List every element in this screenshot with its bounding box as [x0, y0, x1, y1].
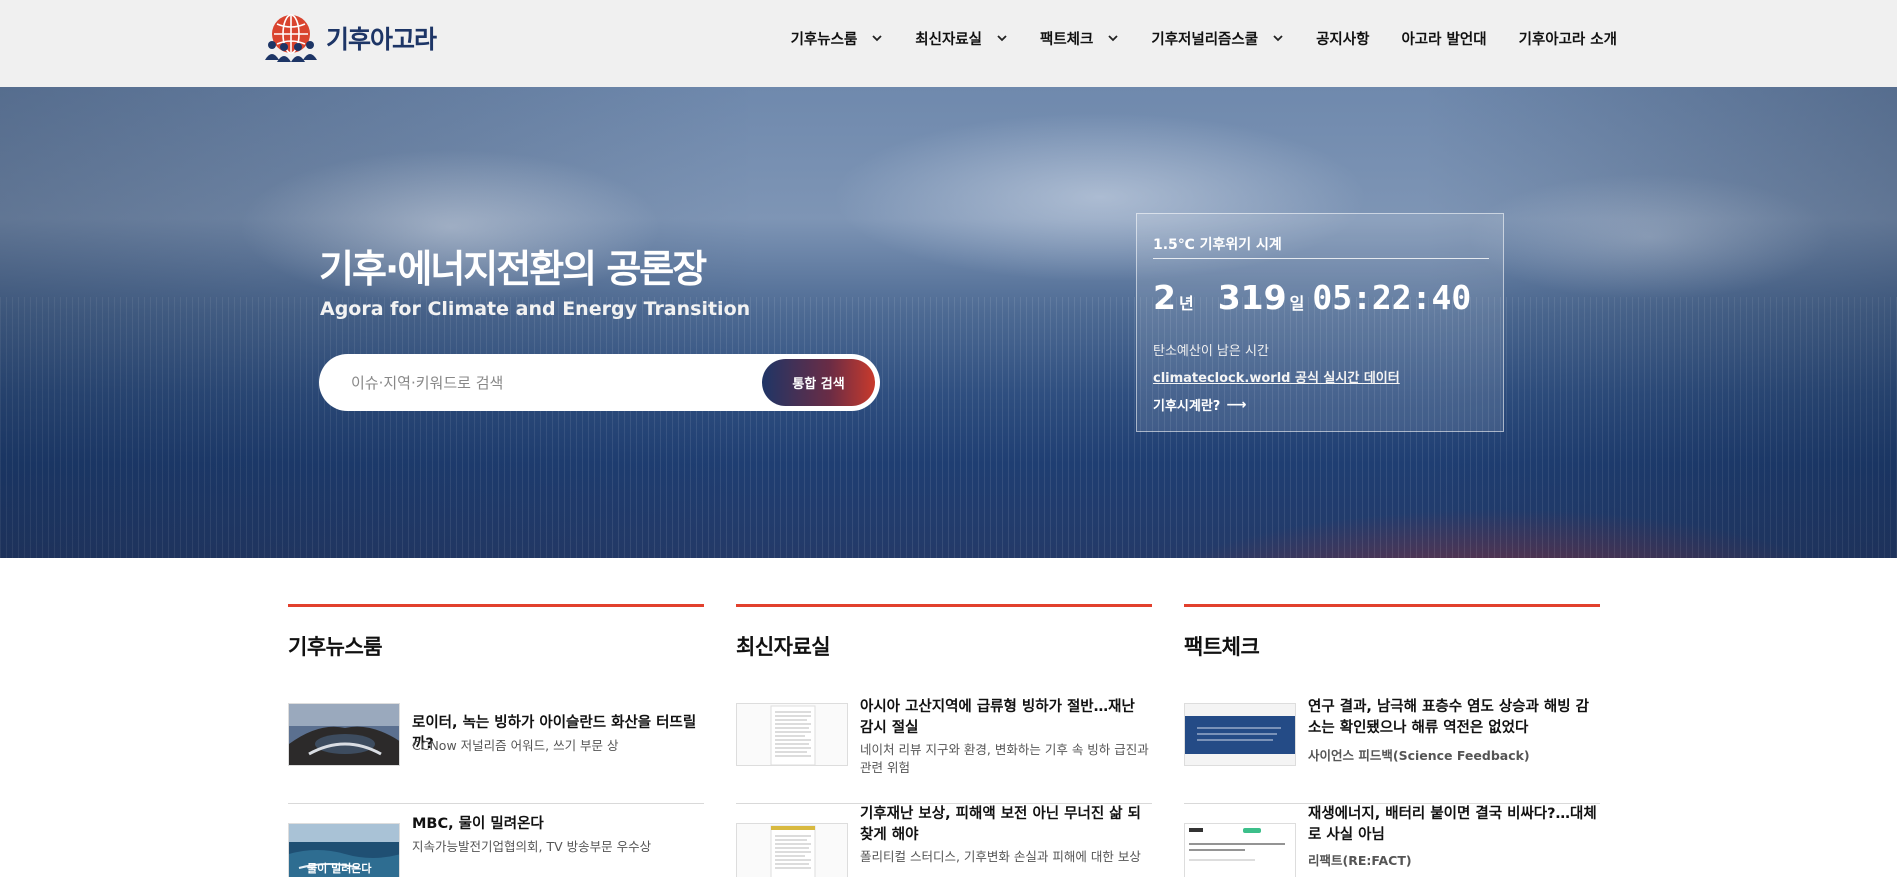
- thumbnail-caption: 물이 밀려온다: [307, 862, 372, 875]
- clock-countdown: 2 년 319 일 05:22:40: [1153, 278, 1471, 317]
- clock-more-label: 기후시계란?: [1153, 399, 1221, 414]
- thumbnail-document: [736, 703, 848, 766]
- section-heading: 기후뉴스룸: [288, 635, 383, 659]
- nav-item-notices[interactable]: 공지사항: [1316, 28, 1369, 49]
- main-nav: 기후뉴스룸 최신자료실 팩트체크 기후저널리즘스쿨 공지사항 아고라 발언대 기…: [759, 0, 1617, 76]
- nav-label: 기후아고라 소개: [1518, 31, 1617, 48]
- volcano-image: [289, 704, 399, 765]
- clock-title: 1.5℃ 기후위기 시계: [1153, 237, 1282, 253]
- logo-globe-icon: [265, 14, 317, 62]
- list-item[interactable]: 연구 결과, 남극해 표층수 염도 상승과 해빙 감소는 확인됐으나 해류 역전…: [1184, 699, 1600, 804]
- clock-years: 2: [1153, 278, 1176, 317]
- nav-label: 최신자료실: [915, 31, 982, 48]
- nav-item-about[interactable]: 기후아고라 소개: [1519, 28, 1617, 49]
- clock-days: 319: [1217, 278, 1287, 317]
- clock-years-unit: 년: [1178, 294, 1194, 313]
- nav-item-latest-resources[interactable]: 최신자료실: [915, 28, 1008, 49]
- clock-more-link[interactable]: 기후시계란? ⟶: [1153, 395, 1247, 415]
- section-rule: [288, 604, 704, 607]
- article-list: 아시아 고산지역에 급류형 빙하가 절반…재난 감시 절실 네이처 리뷰 지구와…: [736, 699, 1152, 877]
- site-logo[interactable]: 기후아고라: [262, 12, 437, 64]
- section-latest-resources: 최신자료실 아시아 고산지역에 급류형 빙하가 절반…재난 감시 절실 네이처 …: [736, 604, 1152, 877]
- hero-overlay: [0, 87, 1897, 558]
- article-meta: 폴리티컬 스터디스, 기후변화 손실과 피해에 대한 보상: [860, 849, 1141, 864]
- nav-label: 기후뉴스룸: [790, 31, 858, 48]
- article-title: 재생에너지, 배터리 붙이면 결국 비싸다?…대체로 사실 아님: [1308, 806, 1597, 843]
- article-title: 기후재난 보상, 피해액 보전 아닌 무너진 삶 되찾게 해야: [860, 806, 1141, 843]
- section-climate-newsroom: 기후뉴스룸 로이터, 녹는 빙하가 아이슬란드 화산을 터뜨릴까? CCNow …: [288, 604, 704, 877]
- nav-label: 기후저널리즘스쿨: [1151, 31, 1259, 48]
- article-meta: 네이처 리뷰 지구와 환경, 변화하는 기후 속 빙하 급진과 관련 위험: [860, 742, 1149, 775]
- chevron-down-icon: [1108, 35, 1118, 42]
- thumbnail-fact-check: [1184, 703, 1296, 766]
- chevron-down-icon: [872, 35, 882, 42]
- article-list: 연구 결과, 남극해 표층수 염도 상승과 해빙 감소는 확인됐으나 해류 역전…: [1184, 699, 1600, 877]
- climate-clock-panel: 1.5℃ 기후위기 시계 2 년 319 일 05:22:40 탄소예산이 남은…: [1136, 213, 1504, 432]
- list-item[interactable]: 물이 밀려온다 MBC, 물이 밀려온다 지속가능발전기업협의회, TV 방송부…: [288, 804, 704, 877]
- article-list: 로이터, 녹는 빙하가 아이슬란드 화산을 터뜨릴까? CCNow 저널리즘 어…: [288, 703, 704, 877]
- list-item[interactable]: 기후재난 보상, 피해액 보전 아닌 무너진 삶 되찾게 해야 폴리티컬 스터디…: [736, 804, 1152, 877]
- hero-title: 기후·에너지전환의 공론장: [319, 247, 707, 291]
- chevron-down-icon: [997, 35, 1007, 42]
- search-button[interactable]: 통합 검색: [762, 359, 875, 406]
- thumbnail-document: [736, 823, 848, 877]
- article-title: MBC, 물이 밀려온다: [412, 816, 544, 832]
- clock-time: 05:22:40: [1312, 278, 1472, 317]
- article-meta: 사이언스 피드백(Science Feedback): [1308, 748, 1530, 763]
- article-title: 연구 결과, 남극해 표층수 염도 상승과 해빙 감소는 확인됐으나 해류 역전…: [1308, 699, 1589, 736]
- article-title: 아시아 고산지역에 급류형 빙하가 절반…재난 감시 절실: [860, 699, 1135, 736]
- site-header: 기후아고라 기후뉴스룸 최신자료실 팩트체크 기후저널리즘스쿨 공지사항 아고라…: [0, 0, 1897, 87]
- nav-label: 팩트체크: [1039, 31, 1094, 48]
- section-rule: [1184, 604, 1600, 607]
- article-meta: CCNow 저널리즘 어워드, 쓰기 부문 상: [412, 738, 619, 753]
- arrow-right-icon: ⟶: [1226, 396, 1247, 413]
- chevron-down-icon: [1273, 35, 1283, 42]
- clock-divider: [1153, 258, 1489, 259]
- hero-banner: 기후·에너지전환의 공론장 Agora for Climate and Ener…: [0, 87, 1897, 558]
- nav-label: 아고라 발언대: [1401, 31, 1487, 48]
- search-input[interactable]: [351, 354, 751, 411]
- section-heading: 팩트체크: [1184, 635, 1260, 659]
- search-bar: 통합 검색: [319, 354, 880, 411]
- nav-item-fact-check[interactable]: 팩트체크: [1040, 28, 1119, 49]
- section-rule: [736, 604, 1152, 607]
- logo-text: 기후아고라: [326, 25, 437, 54]
- thumbnail-fact-check: [1184, 823, 1296, 877]
- nav-label: 공지사항: [1316, 31, 1370, 48]
- section-heading: 최신자료실: [736, 635, 831, 659]
- article-meta: 지속가능발전기업협의회, TV 방송부문 우수상: [412, 839, 652, 854]
- thumbnail-flood: 물이 밀려온다: [288, 823, 400, 877]
- nav-item-climate-newsroom[interactable]: 기후뉴스룸: [791, 28, 884, 49]
- list-item[interactable]: 로이터, 녹는 빙하가 아이슬란드 화산을 터뜨릴까? CCNow 저널리즘 어…: [288, 703, 704, 804]
- thumbnail-volcano: [288, 703, 400, 766]
- refact-image: [1185, 824, 1295, 877]
- clock-remaining-label: 탄소예산이 남은 시간: [1153, 344, 1269, 359]
- list-item[interactable]: 재생에너지, 배터리 붙이면 결국 비싸다?…대체로 사실 아님 리팩트(RE:…: [1184, 804, 1600, 877]
- banner-image: [1185, 704, 1295, 765]
- nav-item-agora-podium[interactable]: 아고라 발언대: [1401, 28, 1486, 49]
- clock-days-unit: 일: [1289, 294, 1305, 313]
- document-image: [770, 705, 816, 765]
- list-item[interactable]: 아시아 고산지역에 급류형 빙하가 절반…재난 감시 절실 네이처 리뷰 지구와…: [736, 699, 1152, 804]
- article-meta: 리팩트(RE:FACT): [1308, 853, 1412, 868]
- hero-subtitle: Agora for Climate and Energy Transition: [320, 298, 751, 320]
- nav-item-journalism-school[interactable]: 기후저널리즘스쿨: [1151, 28, 1284, 49]
- clock-source-link[interactable]: climateclock.world 공식 실시간 데이터: [1153, 367, 1400, 386]
- document-image: [770, 825, 816, 877]
- section-fact-check: 팩트체크 연구 결과, 남극해 표층수 염도 상승과 해빙 감소는 확인됐으나 …: [1184, 604, 1600, 877]
